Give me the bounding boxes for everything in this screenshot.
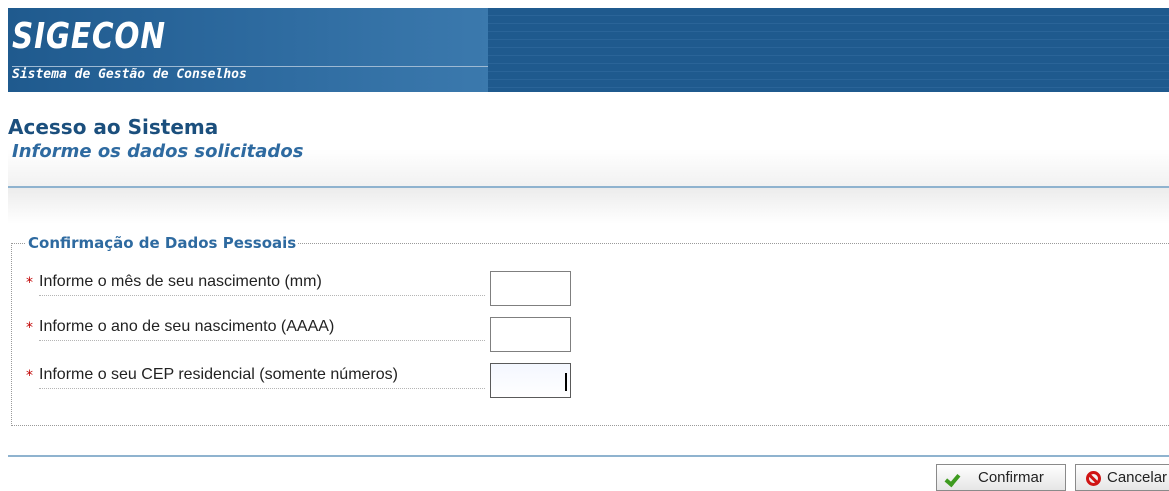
top-strip [0,0,1169,8]
birth-month-label: Informe o mês de seu nascimento (mm) [39,273,322,290]
text-caret [565,373,567,391]
ban-icon [1083,468,1103,488]
birth-year-label: Informe o ano de seu nascimento (AAAA) [39,318,335,335]
dotted-leader [39,340,485,341]
confirm-button[interactable]: Confirmar [936,464,1066,491]
banner-stripes [488,8,1169,92]
fieldset-legend: Confirmação de Dados Pessoais [26,234,299,252]
page-subtitle: Informe os dados solicitados [12,141,304,162]
dotted-leader [39,388,485,389]
app-logo-title: SIGECON [12,16,166,57]
page-title: Acesso ao Sistema [8,115,219,139]
cep-input[interactable] [490,363,571,398]
separator-shade [8,188,1169,224]
required-marker: * [26,368,33,384]
required-marker: * [26,320,33,336]
cancel-button[interactable]: Cancelar [1075,464,1169,491]
cep-label: Informe o seu CEP residencial (somente n… [39,366,398,383]
app-banner: SIGECON Sistema de Gestão de Conselhos [8,8,1169,92]
check-icon [944,468,966,488]
confirm-button-label: Confirmar [978,469,1044,486]
footer-separator [8,455,1169,457]
header-band [8,92,1169,188]
birth-year-input[interactable] [490,317,571,352]
required-marker: * [26,275,33,291]
birth-month-input[interactable] [490,271,571,306]
dotted-leader [39,295,485,296]
cancel-button-label: Cancelar [1107,469,1168,486]
app-logo-subtitle: Sistema de Gestão de Conselhos [12,67,247,82]
